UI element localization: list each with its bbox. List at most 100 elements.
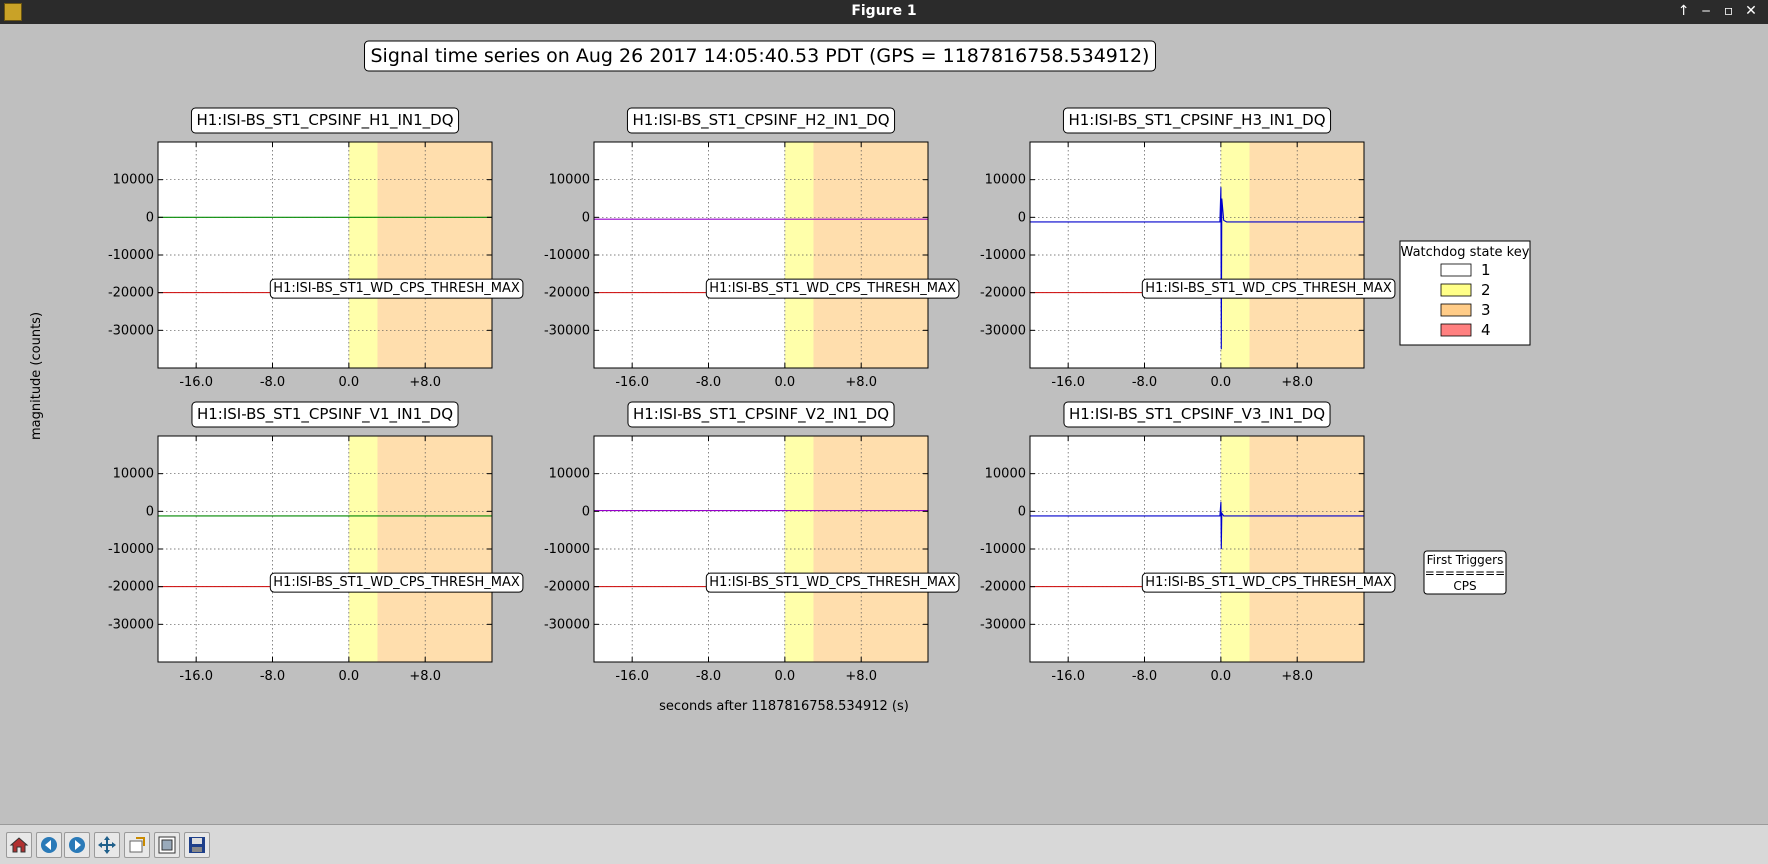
y-tick-label: -30000 <box>108 617 154 632</box>
y-tick-label: 10000 <box>985 467 1026 482</box>
subplot-2 <box>593 141 929 369</box>
subplot-title: H1:ISI-BS_ST1_CPSINF_H3_IN1_DQ <box>1068 111 1325 130</box>
x-tick-label: -16.0 <box>1051 375 1085 390</box>
x-tick-label: +8.0 <box>1281 669 1313 684</box>
legend-swatch <box>1440 263 1472 277</box>
x-tick-label: 0.0 <box>775 669 796 684</box>
y-tick-label: -20000 <box>108 580 154 595</box>
subplots-icon <box>158 836 176 854</box>
subplot-title: H1:ISI-BS_ST1_CPSINF_H1_IN1_DQ <box>196 111 453 130</box>
y-tick-label: -30000 <box>544 617 590 632</box>
y-tick-label: 10000 <box>549 467 590 482</box>
subplot-4 <box>157 435 493 663</box>
legend-swatch <box>1440 283 1472 297</box>
y-tick-label: -20000 <box>980 286 1026 301</box>
x-tick-label: 0.0 <box>1211 375 1232 390</box>
x-tick-label: -8.0 <box>1132 669 1157 684</box>
y-tick-label: -30000 <box>544 323 590 338</box>
y-tick-label: 0 <box>1018 504 1026 519</box>
legend-label: 3 <box>1481 301 1491 319</box>
x-tick-label: -16.0 <box>179 669 213 684</box>
back-button[interactable] <box>36 832 62 858</box>
home-button[interactable] <box>6 832 32 858</box>
legend-swatch <box>1440 303 1472 317</box>
y-tick-label: 0 <box>146 210 154 225</box>
y-tick-label: -20000 <box>108 286 154 301</box>
subplot-title: H1:ISI-BS_ST1_CPSINF_V3_IN1_DQ <box>1069 405 1325 424</box>
threshold-label: H1:ISI-BS_ST1_WD_CPS_THRESH_MAX <box>273 575 520 590</box>
x-tick-label: -8.0 <box>260 375 285 390</box>
back-icon <box>41 837 57 853</box>
minimize-icon[interactable]: ‒ <box>1697 3 1715 19</box>
forward-button[interactable] <box>64 832 90 858</box>
y-tick-label: -10000 <box>980 542 1026 557</box>
legend-label: 2 <box>1481 281 1491 299</box>
y-tick-label: -30000 <box>980 323 1026 338</box>
x-tick-label: -8.0 <box>696 375 721 390</box>
subplot-title: H1:ISI-BS_ST1_CPSINF_H2_IN1_DQ <box>632 111 889 130</box>
first-triggers-value: CPS <box>1453 579 1476 593</box>
x-tick-label: 0.0 <box>775 375 796 390</box>
subplot-3 <box>1029 141 1365 369</box>
first-triggers-title: First Triggers <box>1427 553 1504 567</box>
y-tick-label: -10000 <box>544 248 590 263</box>
subplot-title: H1:ISI-BS_ST1_CPSINF_V1_IN1_DQ <box>197 405 453 424</box>
y-tick-label: -30000 <box>980 617 1026 632</box>
y-tick-label: -10000 <box>108 248 154 263</box>
legend-label: 1 <box>1481 261 1491 279</box>
figure-title: Signal time series on Aug 26 2017 14:05:… <box>371 45 1150 67</box>
y-tick-label: -30000 <box>108 323 154 338</box>
y-tick-label: -10000 <box>980 248 1026 263</box>
threshold-label: H1:ISI-BS_ST1_WD_CPS_THRESH_MAX <box>1145 575 1392 590</box>
x-tick-label: 0.0 <box>339 669 360 684</box>
pan-button[interactable] <box>94 832 120 858</box>
x-tick-label: 0.0 <box>339 375 360 390</box>
y-tick-label: -10000 <box>544 542 590 557</box>
x-tick-label: -8.0 <box>696 669 721 684</box>
y-tick-label: -20000 <box>544 286 590 301</box>
zoom-button[interactable] <box>124 832 150 858</box>
y-tick-label: -20000 <box>980 580 1026 595</box>
y-tick-label: 0 <box>582 210 590 225</box>
x-tick-label: +8.0 <box>845 375 877 390</box>
y-tick-label: 0 <box>582 504 590 519</box>
x-tick-label: -16.0 <box>615 375 649 390</box>
subplot-5 <box>593 435 929 663</box>
figure-canvas: Signal time series on Aug 26 2017 14:05:… <box>4 24 1764 824</box>
x-tick-label: +8.0 <box>845 669 877 684</box>
legend-label: 4 <box>1481 321 1491 339</box>
subplot-title: H1:ISI-BS_ST1_CPSINF_V2_IN1_DQ <box>633 405 889 424</box>
x-tick-label: -8.0 <box>1132 375 1157 390</box>
window-titlebar[interactable]: Figure 1 ↑ ‒ ▫ ✕ <box>0 0 1768 24</box>
threshold-label: H1:ISI-BS_ST1_WD_CPS_THRESH_MAX <box>709 281 956 296</box>
home-icon <box>9 837 29 853</box>
maximize-icon[interactable]: ▫ <box>1720 3 1738 19</box>
x-tick-label: -16.0 <box>615 669 649 684</box>
x-tick-label: -16.0 <box>1051 669 1085 684</box>
x-tick-label: -8.0 <box>260 669 285 684</box>
x-tick-label: -16.0 <box>179 375 213 390</box>
threshold-label: H1:ISI-BS_ST1_WD_CPS_THRESH_MAX <box>273 281 520 296</box>
y-tick-label: 10000 <box>985 173 1026 188</box>
y-tick-label: 0 <box>146 504 154 519</box>
subplot-6 <box>1029 435 1365 663</box>
subplots-button[interactable] <box>154 832 180 858</box>
close-icon[interactable]: ✕ <box>1742 3 1760 19</box>
window-title: Figure 1 <box>851 3 917 19</box>
keep-above-icon[interactable]: ↑ <box>1675 3 1693 19</box>
navigation-toolbar <box>0 824 1768 864</box>
zoom-icon <box>129 837 145 853</box>
threshold-label: H1:ISI-BS_ST1_WD_CPS_THRESH_MAX <box>1145 281 1392 296</box>
subplot-1 <box>157 141 493 369</box>
legend-title: Watchdog state key <box>1401 245 1530 260</box>
y-tick-label: 0 <box>1018 210 1026 225</box>
save-icon <box>189 837 205 853</box>
x-tick-label: 0.0 <box>1211 669 1232 684</box>
y-axis-label: magnitude (counts) <box>29 312 44 440</box>
y-tick-label: -20000 <box>544 580 590 595</box>
threshold-label: H1:ISI-BS_ST1_WD_CPS_THRESH_MAX <box>709 575 956 590</box>
y-tick-label: 10000 <box>549 173 590 188</box>
y-tick-label: -10000 <box>108 542 154 557</box>
y-tick-label: 10000 <box>113 467 154 482</box>
save-button[interactable] <box>184 832 210 858</box>
